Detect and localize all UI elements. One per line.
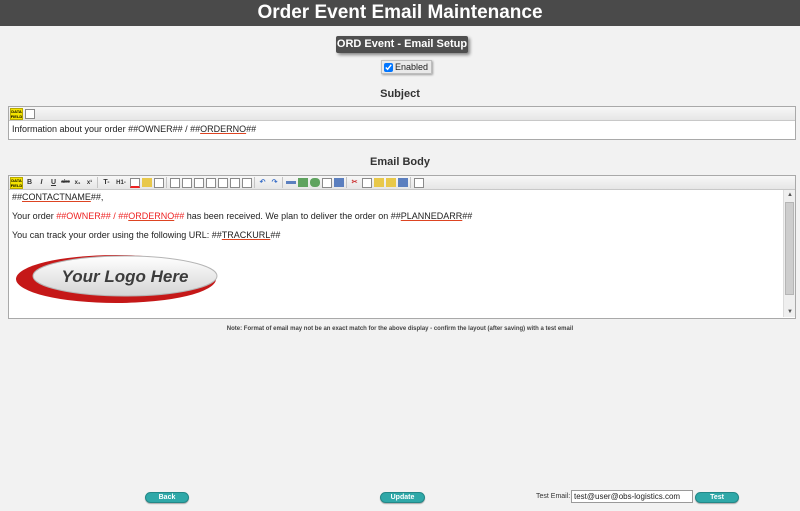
source-code-icon[interactable] bbox=[24, 108, 35, 119]
test-email-label: Test Email: bbox=[536, 493, 571, 500]
indent-icon[interactable] bbox=[205, 177, 216, 188]
link-icon[interactable] bbox=[309, 177, 320, 188]
toolbar-divider bbox=[166, 177, 167, 188]
back-button[interactable]: Back bbox=[145, 492, 189, 503]
email-body-input[interactable]: ##CONTACTNAME##, Your order ##OWNER## / … bbox=[9, 190, 795, 317]
enabled-label: Enabled bbox=[395, 62, 429, 72]
datafield-icon[interactable]: DATA FIELD bbox=[10, 107, 23, 120]
copy-icon[interactable] bbox=[361, 177, 372, 188]
align-center-icon[interactable] bbox=[229, 177, 240, 188]
bold-icon[interactable]: B bbox=[24, 177, 35, 188]
font-size-icon[interactable]: T- bbox=[100, 177, 113, 188]
toolbar-divider bbox=[97, 177, 98, 188]
highlight-icon[interactable] bbox=[141, 177, 152, 188]
toolbar-divider bbox=[282, 177, 283, 188]
table-icon[interactable] bbox=[333, 177, 344, 188]
email-content[interactable]: ##CONTACTNAME##, Your order ##OWNER## / … bbox=[12, 192, 781, 249]
toolbar-divider bbox=[410, 177, 411, 188]
email-body-scrollbar[interactable]: ▲ ▼ bbox=[783, 190, 795, 317]
update-button[interactable]: Update bbox=[380, 492, 425, 503]
enabled-checkbox[interactable] bbox=[384, 62, 393, 72]
strikethrough-icon[interactable]: abc bbox=[60, 177, 71, 188]
email-line-tracking: You can track your order using the follo… bbox=[12, 230, 281, 240]
cut-icon[interactable]: ✂ bbox=[349, 177, 360, 188]
text-color-icon[interactable] bbox=[129, 177, 140, 188]
scroll-down-icon[interactable]: ▼ bbox=[784, 307, 796, 317]
logo-text: Your Logo Here bbox=[62, 267, 189, 286]
paste-icon[interactable] bbox=[373, 177, 384, 188]
undo-icon[interactable]: ↶ bbox=[257, 177, 268, 188]
paste-text-icon[interactable] bbox=[385, 177, 396, 188]
test-email-input[interactable] bbox=[571, 490, 693, 503]
subject-input[interactable]: Information about your order ##OWNER## /… bbox=[9, 121, 795, 138]
email-body-editor: DATA FIELD B I U abc x₁ x¹ T- H1- ↶ ↷ ✂ bbox=[8, 175, 796, 319]
image-icon[interactable] bbox=[297, 177, 308, 188]
datafield-icon[interactable]: DATA FIELD bbox=[10, 176, 23, 189]
subject-editor: DATA FIELD Information about your order … bbox=[8, 106, 796, 140]
source-code-icon[interactable] bbox=[413, 177, 424, 188]
unlink-icon[interactable] bbox=[321, 177, 332, 188]
email-setup-title: ORD Event - Email Setup bbox=[336, 36, 468, 53]
toolbar-divider bbox=[254, 177, 255, 188]
italic-icon[interactable]: I bbox=[36, 177, 47, 188]
align-left-icon[interactable] bbox=[217, 177, 228, 188]
clear-format-icon[interactable] bbox=[153, 177, 164, 188]
subscript-icon[interactable]: x₁ bbox=[72, 177, 83, 188]
heading-icon[interactable]: H1- bbox=[114, 177, 128, 188]
scroll-thumb[interactable] bbox=[785, 202, 794, 295]
email-toolbar: DATA FIELD B I U abc x₁ x¹ T- H1- ↶ ↷ ✂ bbox=[9, 176, 795, 190]
superscript-icon[interactable]: x¹ bbox=[84, 177, 95, 188]
underline-icon[interactable]: U bbox=[48, 177, 59, 188]
email-line-order: Your order ##OWNER## / ##ORDERNO## has b… bbox=[12, 211, 473, 221]
page-header: Order Event Email Maintenance bbox=[0, 0, 800, 26]
paste-word-icon[interactable] bbox=[397, 177, 408, 188]
email-body-label: Email Body bbox=[370, 156, 430, 168]
subject-toolbar: DATA FIELD bbox=[9, 107, 795, 121]
horizontal-rule-icon[interactable] bbox=[285, 177, 296, 188]
align-right-icon[interactable] bbox=[241, 177, 252, 188]
bullet-list-icon[interactable] bbox=[169, 177, 180, 188]
numbered-list-icon[interactable] bbox=[181, 177, 192, 188]
logo-placeholder: Your Logo Here bbox=[16, 255, 218, 303]
test-button[interactable]: Test bbox=[695, 492, 739, 503]
email-line-greeting: ##CONTACTNAME##, bbox=[12, 192, 104, 202]
format-note: Note: Format of email may not be an exac… bbox=[226, 326, 574, 332]
enabled-toggle[interactable]: Enabled bbox=[381, 60, 433, 74]
toolbar-divider bbox=[346, 177, 347, 188]
subject-label: Subject bbox=[380, 88, 420, 100]
outdent-icon[interactable] bbox=[193, 177, 204, 188]
redo-icon[interactable]: ↷ bbox=[269, 177, 280, 188]
page-title: Order Event Email Maintenance bbox=[257, 2, 543, 23]
scroll-up-icon[interactable]: ▲ bbox=[784, 190, 796, 200]
